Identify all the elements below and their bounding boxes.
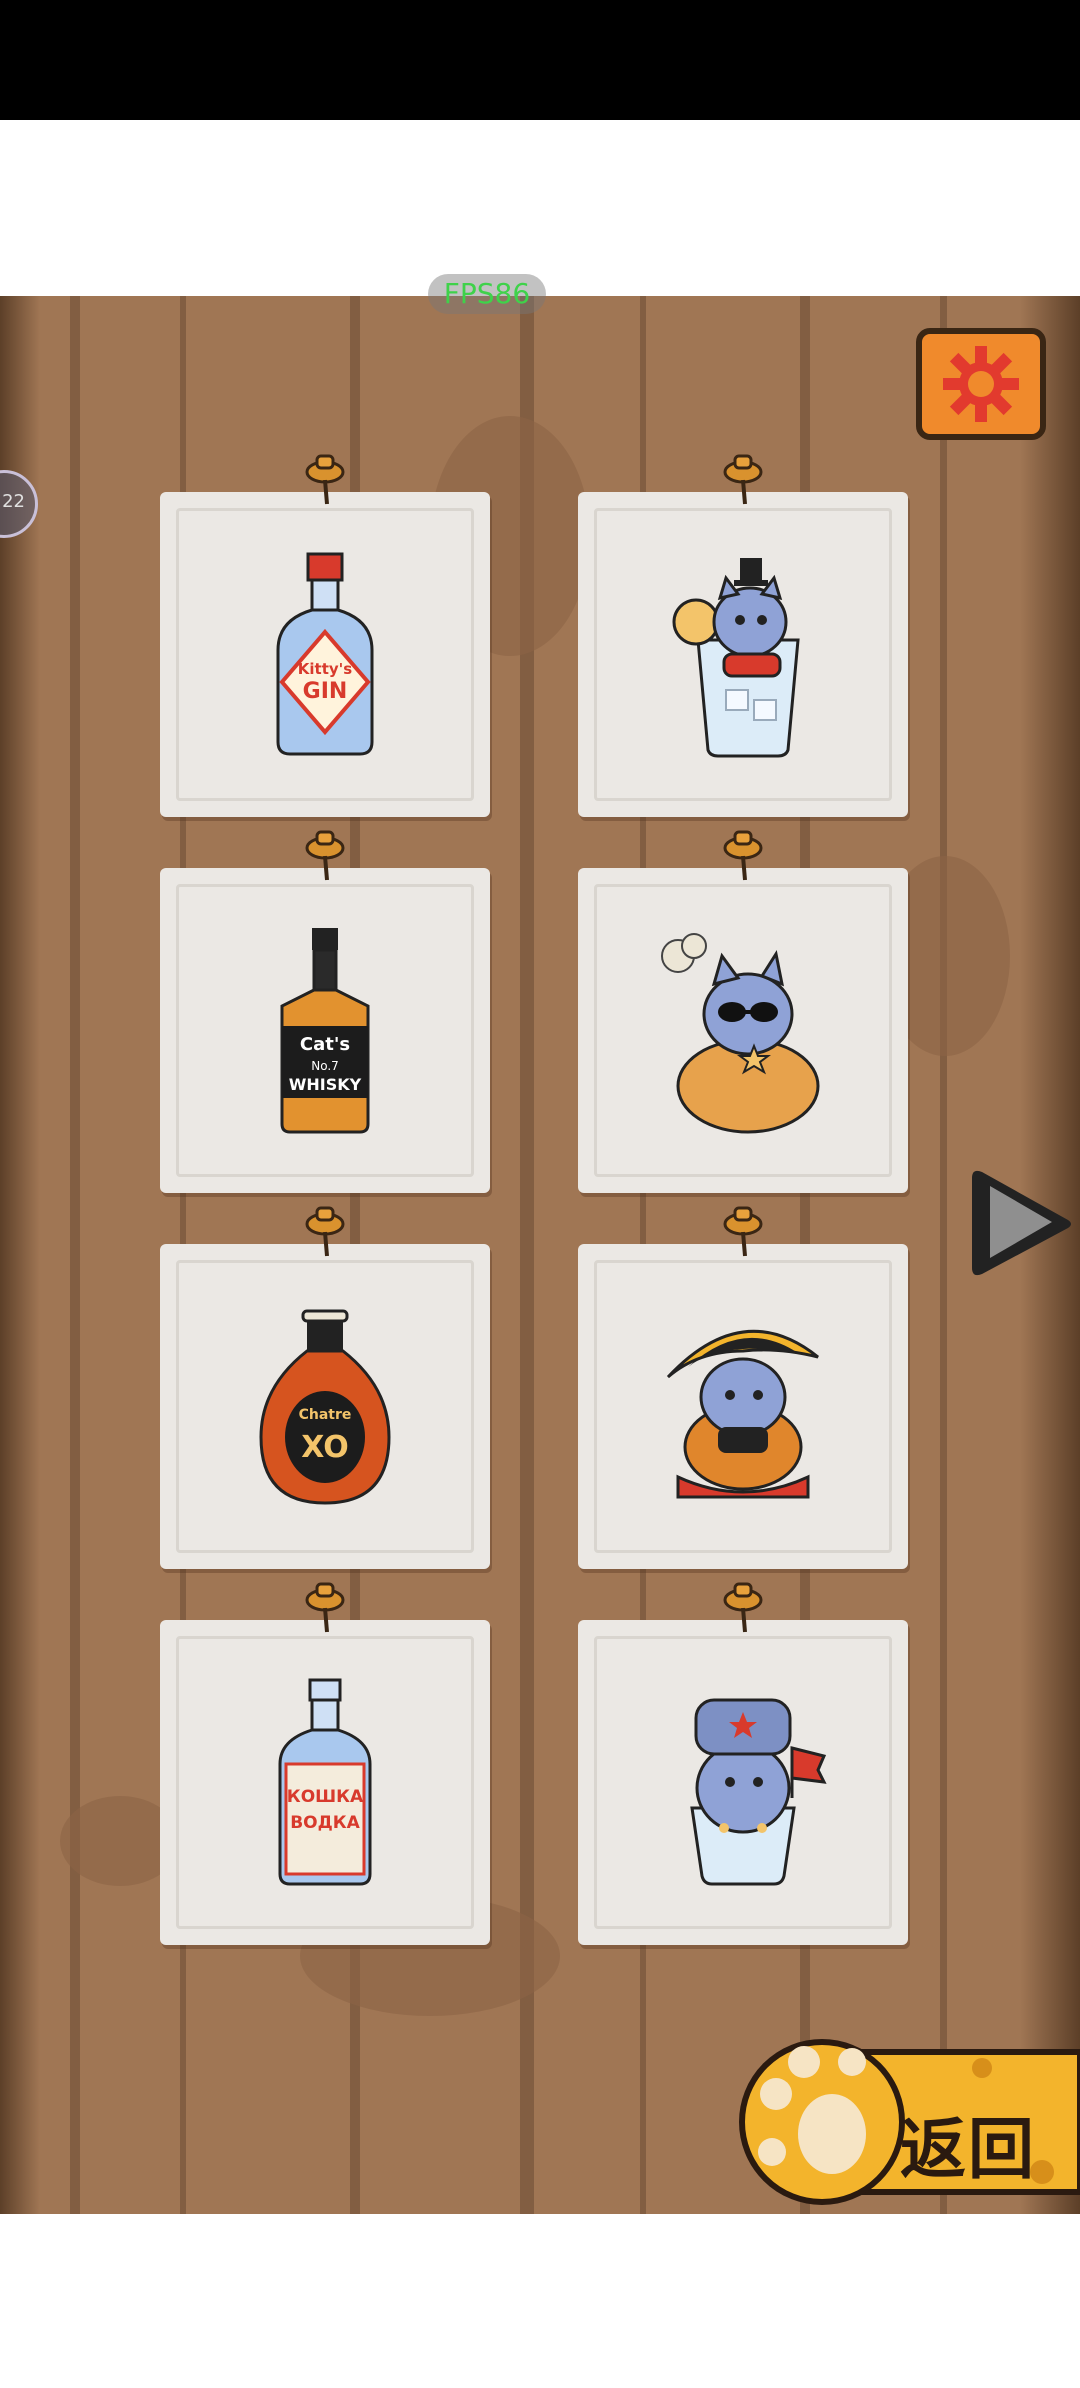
cognac-bottle-icon: Chatre XO xyxy=(259,1309,391,1505)
label-line: GIN xyxy=(303,679,348,704)
label-line: Cat's xyxy=(300,1034,350,1055)
back-button-label: 返回 xyxy=(900,2111,1036,2188)
label-line: ВОДКА xyxy=(290,1813,360,1833)
gin-cat-glass-icon xyxy=(672,557,800,757)
pushpin-icon xyxy=(305,1582,345,1633)
vodka-ushanka-cat-icon xyxy=(690,1698,827,1885)
status-bar xyxy=(0,0,1080,120)
gear-icon xyxy=(943,346,1019,422)
gin-bottle-icon: Kitty's GIN xyxy=(276,552,374,755)
vodka-bottle-icon: КОШКА ВОДКА xyxy=(278,1678,372,1885)
collection-card-gin-cat[interactable] xyxy=(578,454,908,817)
whisky-cowboy-cat-icon xyxy=(661,932,820,1133)
collection-card-kittys-gin[interactable]: Kitty's GIN xyxy=(160,454,490,817)
pushpin-icon xyxy=(305,830,345,881)
collection-card-whisky-cat[interactable] xyxy=(578,830,908,1193)
settings-button[interactable] xyxy=(916,328,1046,440)
pushpin-icon xyxy=(305,454,345,505)
whisky-bottle-icon: Cat's No.7 WHISKY xyxy=(280,927,370,1133)
pushpin-icon xyxy=(723,1582,763,1633)
pushpin-icon xyxy=(723,830,763,881)
label-line: Chatre xyxy=(299,1407,352,1423)
pushpin-icon xyxy=(723,1206,763,1257)
collection-card-koshka-vodka[interactable]: КОШКА ВОДКА xyxy=(160,1582,490,1945)
collection-card-chatre-xo[interactable]: Chatre XO xyxy=(160,1206,490,1569)
label-line: XO xyxy=(301,1430,349,1465)
pushpin-icon xyxy=(305,1206,345,1257)
label-line: КОШКА xyxy=(287,1787,364,1807)
bubble-text: 22 xyxy=(2,491,25,512)
fps-counter: FPS86 xyxy=(428,274,546,314)
cognac-napoleon-cat-icon xyxy=(666,1329,819,1498)
collection-card-cats-whisky[interactable]: Cat's No.7 WHISKY xyxy=(160,830,490,1193)
collection-card-vodka-cat[interactable] xyxy=(578,1582,908,1945)
label-line: No.7 xyxy=(311,1059,339,1073)
next-page-arrow-icon[interactable] xyxy=(968,1162,1078,1282)
collection-card-cognac-cat[interactable] xyxy=(578,1206,908,1569)
pushpin-icon xyxy=(723,454,763,505)
label-line: Kitty's xyxy=(298,660,352,678)
label-line: WHISKY xyxy=(289,1075,362,1094)
